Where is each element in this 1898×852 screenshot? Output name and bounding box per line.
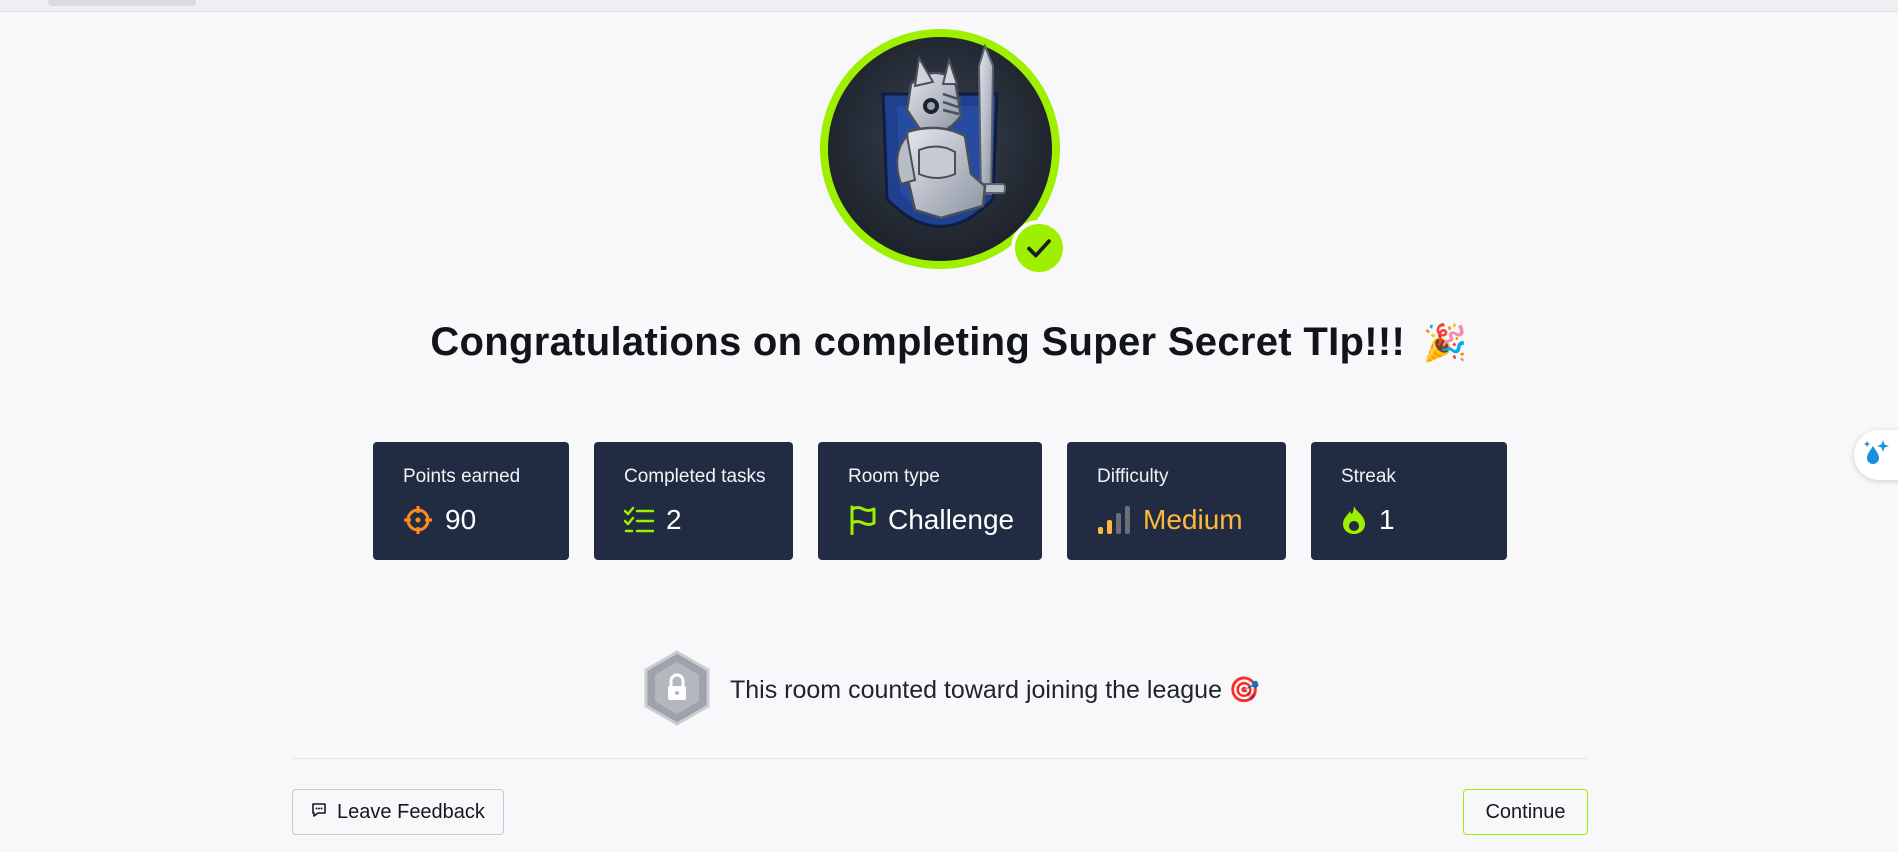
- stat-card-difficulty: Difficulty Medium: [1067, 442, 1286, 560]
- completed-check-icon: [1011, 220, 1067, 276]
- stat-value: Medium: [1143, 504, 1243, 535]
- stat-value: Challenge: [888, 504, 1015, 535]
- stat-card-streak: Streak 1: [1311, 442, 1507, 560]
- stat-value: 2: [666, 504, 682, 535]
- stat-card-tasks: Completed tasks 2: [594, 442, 793, 560]
- stat-card-points: Points earned 90: [373, 442, 569, 560]
- league-text: This room counted toward joining the lea…: [730, 676, 1222, 704]
- target-icon: [403, 505, 433, 535]
- target-emoji: 🎯: [1228, 676, 1261, 704]
- party-emoji: 🎉: [1422, 322, 1468, 363]
- stat-card-room-type: Room type Challenge: [818, 442, 1042, 560]
- title-text: Congratulations on completing Super Secr…: [430, 320, 1406, 364]
- stat-label: Room type: [848, 466, 940, 487]
- league-notice: This room counted toward joining the lea…: [644, 650, 1260, 731]
- divider: [292, 758, 1588, 759]
- stat-label: Completed tasks: [624, 466, 766, 487]
- stat-label: Difficulty: [1097, 466, 1169, 487]
- browser-tab-strip: [0, 0, 1898, 12]
- assistant-widget-button[interactable]: [1854, 430, 1898, 480]
- continue-button[interactable]: Continue: [1463, 789, 1588, 835]
- continue-label: Continue: [1485, 800, 1566, 823]
- stat-label: Points earned: [403, 466, 521, 487]
- signal-bars-icon: [1097, 505, 1131, 535]
- feedback-icon: [311, 801, 327, 824]
- stat-label: Streak: [1341, 466, 1396, 487]
- leave-feedback-label: Leave Feedback: [337, 800, 485, 823]
- browser-tab[interactable]: [48, 0, 196, 6]
- stat-value: 90: [445, 504, 477, 535]
- leave-feedback-button[interactable]: Leave Feedback: [292, 789, 504, 835]
- flame-icon: [1341, 505, 1367, 535]
- checklist-icon: [624, 506, 654, 534]
- stat-value: 1: [1379, 504, 1395, 535]
- page-title: Congratulations on completing Super Secr…: [0, 320, 1898, 365]
- sparkle-drop-icon: [1861, 438, 1891, 473]
- lock-hexagon-icon: [644, 650, 710, 731]
- flag-icon: [848, 505, 876, 535]
